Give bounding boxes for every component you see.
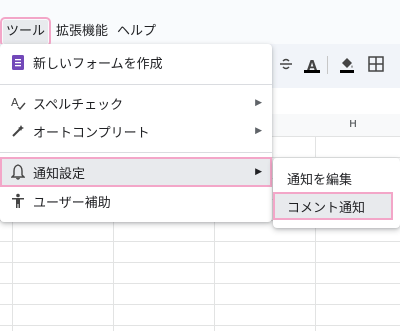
column-header-h[interactable]: H: [306, 114, 400, 137]
menu-divider: [0, 152, 272, 153]
menu-item-create-form[interactable]: 新しいフォームを作成: [0, 47, 272, 77]
submenu-item-label: 通知を編集: [287, 172, 353, 188]
svg-text:A: A: [11, 96, 19, 109]
autocomplete-wand-icon: [10, 123, 26, 139]
borders-icon: [368, 56, 384, 72]
menu-item-label: オートコンプリート: [33, 125, 150, 141]
fill-color-button[interactable]: [335, 52, 359, 76]
menu-item-accessibility[interactable]: ユーザー補助: [0, 186, 272, 216]
menu-item-autocomplete[interactable]: オートコンプリート ▶: [0, 116, 272, 146]
form-icon: [10, 54, 26, 70]
submenu-arrow-icon: ▶: [255, 98, 262, 108]
menu-extensions[interactable]: 拡張機能: [56, 20, 108, 44]
menu-bar: ツール 拡張機能 ヘルプ: [0, 0, 400, 47]
menu-tools[interactable]: ツール: [0, 17, 51, 47]
text-color-bar: [304, 70, 320, 73]
strikethrough-button[interactable]: [274, 52, 298, 76]
paint-bucket-icon: [340, 58, 354, 73]
text-color-button[interactable]: A: [300, 52, 324, 76]
menu-item-label: 通知設定: [33, 166, 86, 182]
bell-icon: [10, 164, 26, 180]
tools-menu: 新しいフォームを作成 A スペルチェック ▶ オートコンプリート ▶ 通知設定 …: [0, 44, 272, 222]
menu-item-label: ユーザー補助: [33, 195, 111, 211]
menu-item-label: 新しいフォームを作成: [33, 56, 163, 72]
borders-button[interactable]: [364, 52, 388, 76]
menu-divider: [0, 84, 272, 85]
submenu-item-comment-notifications[interactable]: コメント通知: [273, 192, 393, 220]
notification-submenu: 通知を編集 コメント通知: [273, 158, 400, 228]
submenu-item-edit-notifications[interactable]: 通知を編集: [273, 164, 400, 192]
submenu-item-label: コメント通知: [287, 200, 366, 216]
spellcheck-icon: A: [10, 95, 26, 111]
submenu-arrow-icon: ▶: [255, 126, 262, 136]
toolbar-divider: [327, 56, 328, 74]
menu-item-notification-settings[interactable]: 通知設定 ▶: [0, 157, 272, 187]
submenu-arrow-icon: ▶: [255, 167, 262, 177]
menu-item-spellcheck[interactable]: A スペルチェック ▶: [0, 88, 272, 118]
accessibility-icon: [10, 193, 26, 209]
menu-help[interactable]: ヘルプ: [117, 20, 156, 44]
strikethrough-icon: [280, 58, 292, 70]
menu-item-label: スペルチェック: [33, 97, 124, 113]
